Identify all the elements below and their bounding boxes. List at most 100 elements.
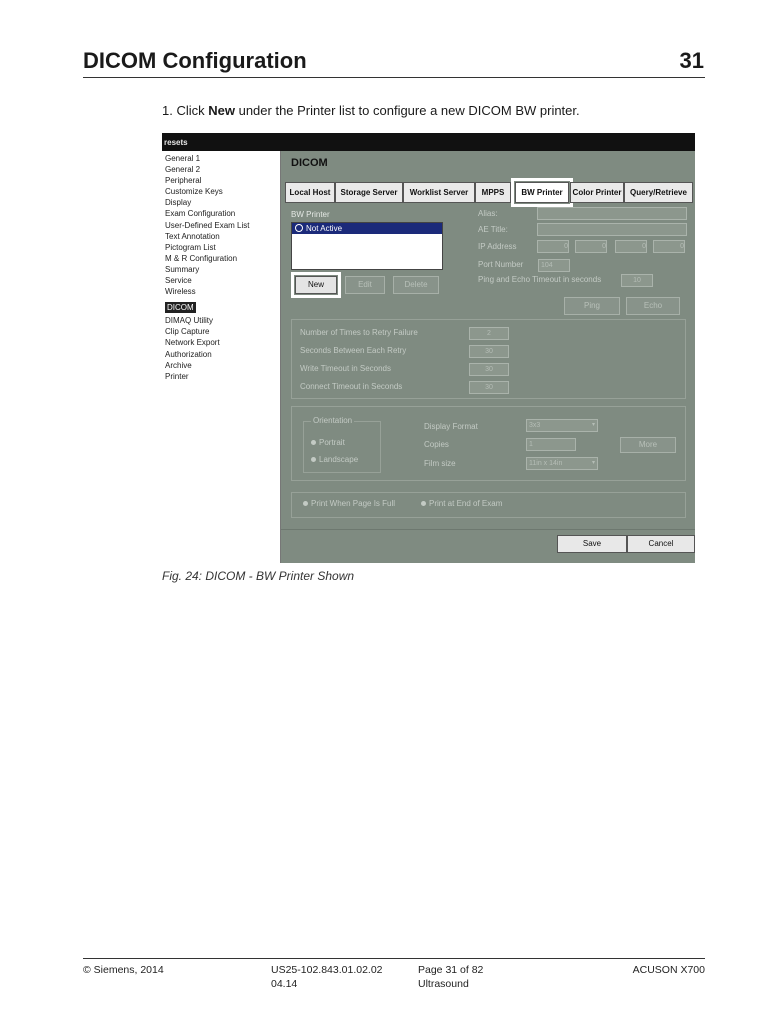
tab-mpps[interactable]: MPPS — [475, 182, 511, 203]
alias-field[interactable] — [537, 207, 687, 220]
step-number: 1. — [162, 103, 173, 118]
screenshot-topbar: resets — [162, 133, 695, 151]
footer-page: Page 31 of 82 — [418, 964, 484, 976]
sidebar-item[interactable]: General 1 — [165, 153, 280, 164]
film-size-label: Film size — [424, 459, 456, 468]
sidebar-item[interactable]: Wireless — [165, 286, 280, 297]
ip-address-label: IP Address — [478, 242, 517, 251]
sidebar-item[interactable]: Archive — [165, 360, 280, 371]
footer-product: ACUSON X700 — [632, 964, 705, 976]
sidebar-item[interactable]: Authorization — [165, 349, 280, 360]
ae-title-label: AE Title: — [478, 225, 508, 234]
orientation-label: Orientation — [311, 416, 355, 425]
retry-times-field[interactable]: 2 — [469, 327, 509, 340]
alias-label: Alias: — [478, 209, 498, 218]
ip-octet-2[interactable]: 0 — [575, 240, 607, 253]
retry-times-label: Number of Times to Retry Failure — [300, 328, 418, 337]
save-button[interactable]: Save — [557, 535, 627, 553]
ip-octet-1[interactable]: 0 — [537, 240, 569, 253]
delete-button[interactable]: Delete — [393, 276, 439, 294]
sidebar-item[interactable]: Clip Capture — [165, 326, 280, 337]
panel-title: DICOM — [291, 157, 328, 169]
portrait-label: Portrait — [319, 438, 345, 447]
sidebar-item[interactable]: Service — [165, 275, 280, 286]
echo-button[interactable]: Echo — [626, 297, 680, 315]
landscape-option[interactable]: Landscape — [311, 455, 358, 464]
sidebar-item[interactable]: Text Annotation — [165, 231, 280, 242]
sidebar-item[interactable]: Display — [165, 197, 280, 208]
more-button[interactable]: More — [620, 437, 676, 453]
edit-button[interactable]: Edit — [345, 276, 385, 294]
sidebar-item[interactable]: DICOM — [165, 302, 196, 314]
sidebar-item[interactable]: Customize Keys — [165, 186, 280, 197]
write-timeout-field[interactable]: 30 — [469, 363, 509, 376]
instruction-step: 1. Click New under the Printer list to c… — [162, 103, 580, 118]
copies-label: Copies — [424, 440, 449, 449]
landscape-label: Landscape — [319, 455, 359, 464]
portrait-option[interactable]: Portrait — [311, 438, 345, 447]
tab-worklist-server[interactable]: Worklist Server — [403, 182, 475, 203]
presets-sidebar: General 1 General 2 Peripheral Customize Ke… — [162, 151, 281, 563]
printer-list-item[interactable]: Not Active — [292, 223, 442, 234]
figure-caption: Fig. 24: DICOM - BW Printer Shown — [162, 569, 355, 583]
copies-field[interactable]: 1 — [526, 438, 576, 451]
sidebar-item[interactable]: DIMAQ Utility — [165, 315, 280, 326]
footer-doc-date: 04.14 — [271, 978, 298, 990]
chevron-down-icon: ▾ — [591, 422, 595, 428]
radio-icon — [303, 501, 308, 506]
footer-page-info: Page 31 of 82 Ultrasound — [418, 963, 483, 991]
port-number-field[interactable]: 104 — [538, 259, 570, 272]
page-title: DICOM Configuration — [83, 48, 307, 73]
print-when-full-option[interactable]: Print When Page Is Full — [303, 499, 395, 508]
sidebar-item[interactable]: Summary — [165, 264, 280, 275]
ping-timeout-field[interactable]: 10 — [621, 274, 653, 287]
print-end-exam-option[interactable]: Print at End of Exam — [421, 499, 502, 508]
radio-icon — [311, 457, 316, 462]
sidebar-item[interactable]: Printer — [165, 371, 280, 382]
footer-copyright: © Siemens, 2014 — [83, 964, 164, 976]
display-format-dropdown[interactable]: 3x3 ▾ — [526, 419, 598, 432]
dicom-screenshot: resets General 1 General 2 Peripheral Custo… — [162, 133, 695, 563]
sidebar-item[interactable]: M & R Configuration — [165, 253, 280, 264]
tab-query-retrieve[interactable]: Query/Retrieve — [624, 182, 693, 203]
cancel-button[interactable]: Cancel — [627, 535, 695, 553]
retry-seconds-field[interactable]: 30 — [469, 345, 509, 358]
footer-doc-number: US25-102.843.01.02.02 — [271, 964, 383, 976]
tab-storage-server[interactable]: Storage Server — [335, 182, 403, 203]
film-size-dropdown[interactable]: 11in x 14in ▾ — [526, 457, 598, 470]
sidebar-item[interactable]: Pictogram List — [165, 242, 280, 253]
display-format-value: 3x3 — [529, 422, 541, 429]
port-number-label: Port Number — [478, 260, 524, 269]
tab-color-printer[interactable]: Color Printer — [570, 182, 624, 203]
sidebar-item[interactable]: Network Export — [165, 337, 280, 348]
radio-icon — [295, 224, 303, 232]
sidebar-item[interactable]: Exam Configuration — [165, 208, 280, 219]
write-timeout-label: Write Timeout in Seconds — [300, 364, 392, 373]
ping-timeout-label: Ping and Echo Timeout in seconds — [478, 275, 602, 284]
chevron-down-icon: ▾ — [591, 460, 595, 466]
new-button[interactable]: New — [291, 272, 341, 298]
footer-doc-info: US25-102.843.01.02.02 04.14 — [271, 963, 383, 991]
footer-divider — [83, 958, 705, 959]
topbar-label: resets — [164, 138, 188, 147]
panel-divider — [281, 529, 695, 530]
display-format-label: Display Format — [424, 422, 478, 431]
ping-button[interactable]: Ping — [564, 297, 620, 315]
tab-bw-printer[interactable]: BW Printer — [511, 178, 573, 207]
printer-list[interactable]: Not Active — [291, 222, 443, 270]
film-size-value: 11in x 14in — [529, 460, 563, 467]
page-number: 31 — [679, 48, 704, 73]
connect-timeout-field[interactable]: 30 — [469, 381, 509, 394]
orientation-group — [303, 421, 381, 473]
ae-title-field[interactable] — [537, 223, 687, 236]
sidebar-item[interactable]: Peripheral — [165, 175, 280, 186]
step-text-pre: Click — [176, 103, 209, 118]
header-divider — [83, 77, 705, 78]
sidebar-item[interactable]: User-Defined Exam List — [165, 220, 280, 231]
sidebar-item[interactable]: General 2 — [165, 164, 280, 175]
ip-octet-4[interactable]: 0 — [653, 240, 685, 253]
retry-seconds-label: Seconds Between Each Retry — [300, 346, 407, 355]
ip-octet-3[interactable]: 0 — [615, 240, 647, 253]
print-when-full-label: Print When Page Is Full — [311, 499, 396, 508]
tab-local-host[interactable]: Local Host — [285, 182, 335, 203]
